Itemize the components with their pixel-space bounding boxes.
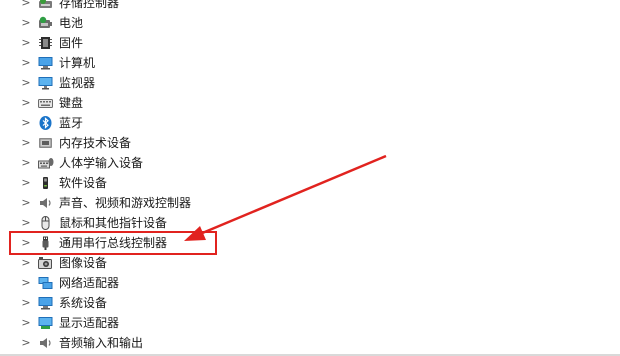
chevron-right-icon[interactable]: > xyxy=(21,273,31,293)
chevron-right-icon[interactable]: > xyxy=(21,333,31,353)
memory-device-icon xyxy=(38,136,53,150)
computer-icon xyxy=(38,56,53,70)
device-tree: > 存储控制器 > 电池 > 固件 > 计算机 > 监视器 > 键盘 > 蓝牙 … xyxy=(0,0,620,353)
tree-item-label: 监视器 xyxy=(59,76,96,90)
chevron-right-icon[interactable]: > xyxy=(21,33,31,53)
tree-item-label: 鼠标和其他指针设备 xyxy=(59,216,168,230)
audio-io-icon xyxy=(38,336,53,350)
tree-item-software-devices[interactable]: > 软件设备 xyxy=(0,173,620,193)
chevron-right-icon[interactable]: > xyxy=(21,313,31,333)
tree-item-imaging-devices[interactable]: > 图像设备 xyxy=(0,253,620,273)
monitor-icon xyxy=(38,76,53,90)
tree-item-sound-video-game-controllers[interactable]: > 声音、视频和游戏控制器 xyxy=(0,193,620,213)
chevron-right-icon[interactable]: > xyxy=(21,133,31,153)
chevron-right-icon[interactable]: > xyxy=(21,153,31,173)
chevron-right-icon[interactable]: > xyxy=(21,13,31,33)
tree-item-label: 内存技术设备 xyxy=(59,136,132,150)
software-device-icon xyxy=(38,176,53,190)
hid-icon xyxy=(38,156,54,170)
usb-highlight-box xyxy=(9,231,217,255)
tree-item-display-adapters[interactable]: > 显示适配器 xyxy=(0,313,620,333)
tree-item-system-devices[interactable]: > 系统设备 xyxy=(0,293,620,313)
network-adapter-icon xyxy=(38,276,53,290)
tree-item-label: 系统设备 xyxy=(59,296,108,310)
tree-item-label: 显示适配器 xyxy=(59,316,120,330)
storage-controller-icon xyxy=(38,0,53,10)
tree-item-network-adapters[interactable]: > 网络适配器 xyxy=(0,273,620,293)
sound-controller-icon xyxy=(38,196,53,210)
keyboard-icon xyxy=(38,96,53,110)
tree-item-storage-controllers[interactable]: > 存储控制器 xyxy=(0,0,620,13)
tree-item-battery[interactable]: > 电池 xyxy=(0,13,620,33)
chevron-right-icon[interactable]: > xyxy=(21,53,31,73)
tree-item-label: 图像设备 xyxy=(59,256,108,270)
chevron-right-icon[interactable]: > xyxy=(21,113,31,133)
tree-item-label: 计算机 xyxy=(59,56,96,70)
tree-item-memory-technology-devices[interactable]: > 内存技术设备 xyxy=(0,133,620,153)
chevron-right-icon[interactable]: > xyxy=(21,293,31,313)
chevron-right-icon[interactable]: > xyxy=(21,173,31,193)
chevron-right-icon[interactable]: > xyxy=(21,73,31,93)
tree-item-monitors[interactable]: > 监视器 xyxy=(0,73,620,93)
tree-item-label: 软件设备 xyxy=(59,176,108,190)
chevron-right-icon[interactable]: > xyxy=(21,213,31,233)
tree-item-label: 人体学输入设备 xyxy=(59,156,144,170)
tree-item-label: 存储控制器 xyxy=(59,0,120,10)
tree-item-label: 电池 xyxy=(59,16,84,30)
bluetooth-icon xyxy=(38,116,53,130)
tree-item-label: 固件 xyxy=(59,36,84,50)
camera-icon xyxy=(38,256,53,270)
tree-item-label: 网络适配器 xyxy=(59,276,120,290)
tree-item-label: 声音、视频和游戏控制器 xyxy=(59,196,192,210)
tree-item-bluetooth[interactable]: > 蓝牙 xyxy=(0,113,620,133)
system-device-icon xyxy=(38,296,53,310)
tree-item-label: 键盘 xyxy=(59,96,84,110)
chevron-right-icon[interactable]: > xyxy=(21,193,31,213)
battery-icon xyxy=(38,16,53,30)
tree-item-firmware[interactable]: > 固件 xyxy=(0,33,620,53)
tree-item-audio-inputs-outputs[interactable]: > 音频输入和输出 xyxy=(0,333,620,353)
tree-item-label: 音频输入和输出 xyxy=(59,336,144,350)
tree-item-mice-pointing-devices[interactable]: > 鼠标和其他指针设备 xyxy=(0,213,620,233)
chevron-right-icon[interactable]: > xyxy=(21,93,31,113)
display-adapter-icon xyxy=(38,316,53,330)
mouse-icon xyxy=(38,216,53,230)
tree-item-human-interface-devices[interactable]: > 人体学输入设备 xyxy=(0,153,620,173)
tree-item-label: 蓝牙 xyxy=(59,116,84,130)
tree-item-computer[interactable]: > 计算机 xyxy=(0,53,620,73)
chevron-right-icon[interactable]: > xyxy=(21,253,31,273)
chevron-right-icon[interactable]: > xyxy=(21,0,31,13)
tree-item-keyboards[interactable]: > 键盘 xyxy=(0,93,620,113)
firmware-icon xyxy=(38,36,53,50)
